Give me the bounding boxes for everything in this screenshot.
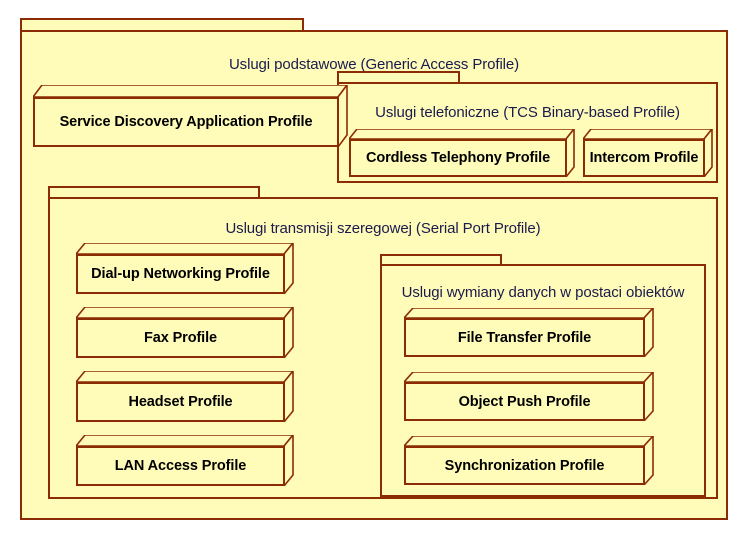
component-lan-access-profile[interactable]: LAN Access Profile — [74, 432, 295, 489]
component-label: Service Discovery Application Profile — [59, 114, 313, 130]
component-label: Dial-up Networking Profile — [91, 266, 270, 282]
component-face: Cordless Telephony Profile — [349, 139, 567, 177]
component-dial-up-networking-profile[interactable]: Dial-up Networking Profile — [74, 240, 295, 297]
component-face: Synchronization Profile — [404, 446, 645, 485]
component-face: Headset Profile — [76, 382, 285, 422]
component-face: Object Push Profile — [404, 382, 645, 421]
diagram-canvas: Uslugi podstawowe (Generic Access Profil… — [0, 0, 748, 540]
component-synchronization-profile[interactable]: Synchronization Profile — [402, 433, 655, 488]
component-face: Fax Profile — [76, 318, 285, 358]
component-cordless-telephony-profile[interactable]: Cordless Telephony Profile — [347, 126, 576, 180]
component-face: File Transfer Profile — [404, 318, 645, 357]
component-intercom-profile[interactable]: Intercom Profile — [581, 126, 714, 180]
package-serial-port[interactable]: Uslugi transmisji szeregowej (Serial Por… — [48, 186, 718, 499]
component-label: Headset Profile — [128, 394, 233, 410]
package-telephony[interactable]: Uslugi telefoniczne (TCS Binary-based Pr… — [337, 71, 718, 183]
package-object-exchange[interactable]: Uslugi wymiany danych w postaci obiektów… — [380, 254, 706, 497]
component-label: Synchronization Profile — [444, 457, 605, 474]
component-file-transfer-profile[interactable]: File Transfer Profile — [402, 305, 655, 360]
component-label: Cordless Telephony Profile — [365, 150, 551, 166]
package-label-telephony: Uslugi telefoniczne (TCS Binary-based Pr… — [375, 104, 680, 121]
component-face: Dial-up Networking Profile — [76, 254, 285, 294]
component-face: LAN Access Profile — [76, 446, 285, 486]
component-label: LAN Access Profile — [114, 458, 247, 474]
component-object-push-profile[interactable]: Object Push Profile — [402, 369, 655, 424]
component-headset-profile[interactable]: Headset Profile — [74, 368, 295, 425]
component-label: Intercom Profile — [589, 150, 699, 166]
package-label-object-exchange: Uslugi wymiany danych w postaci obiektów — [401, 284, 685, 301]
package-label-serial-port: Uslugi transmisji szeregowej (Serial Por… — [225, 220, 541, 237]
component-label: Fax Profile — [143, 330, 218, 346]
component-label: File Transfer Profile — [457, 329, 592, 346]
component-face: Intercom Profile — [583, 139, 705, 177]
component-face: Service Discovery Application Profile — [33, 97, 339, 147]
package-generic-access[interactable]: Uslugi podstawowe (Generic Access Profil… — [20, 18, 728, 520]
component-fax-profile[interactable]: Fax Profile — [74, 304, 295, 361]
component-service-discovery-application-profile[interactable]: Service Discovery Application Profile — [31, 82, 349, 150]
component-label: Object Push Profile — [458, 393, 591, 410]
